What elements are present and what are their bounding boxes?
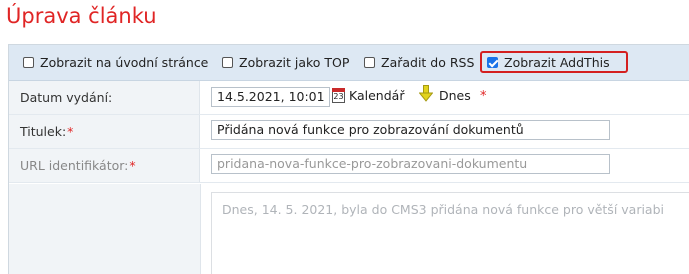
body-editor[interactable]: Dnes, 14. 5. 2021, byla do CMS3 přidána … — [211, 192, 689, 274]
checkbox-show-addthis[interactable] — [487, 57, 498, 68]
checkbox-show-as-top[interactable] — [222, 57, 233, 68]
calendar-link[interactable]: Kalendář — [349, 88, 404, 103]
body-editor-row: Dnes, 14. 5. 2021, byla do CMS3 přidána … — [9, 184, 689, 274]
title-label-text: Titulek: — [20, 124, 67, 139]
date-label-text: Datum vydání: — [20, 90, 113, 105]
option-label: Zobrazit na úvodní stránce — [40, 55, 209, 70]
option-show-as-top[interactable]: Zobrazit jako TOP — [222, 45, 349, 80]
title-input[interactable]: Přidána nová funkce pro zobrazování doku… — [211, 120, 610, 140]
page-title: Úprava článku — [6, 4, 157, 28]
required-mark: * — [67, 124, 74, 139]
down-arrow-icon[interactable] — [419, 85, 433, 102]
url-label: URL identifikátor: * — [9, 149, 200, 182]
required-mark: * — [129, 158, 136, 173]
body-editor-label-cell — [9, 184, 201, 274]
option-label: Zobrazit AddThis — [504, 55, 610, 70]
date-label: Datum vydání: — [9, 81, 200, 114]
article-edit-page: Úprava článku Zobrazit na úvodní stránce… — [0, 0, 689, 274]
calendar-icon[interactable]: 23 — [332, 88, 345, 103]
option-label: Zařadit do RSS — [381, 55, 475, 70]
url-input[interactable]: pridana-nova-funkce-pro-zobrazovani-doku… — [211, 154, 610, 174]
required-mark: * — [480, 89, 487, 104]
article-form: Zobrazit na úvodní stránce Zobrazit jako… — [8, 44, 689, 274]
option-label: Zobrazit jako TOP — [239, 55, 350, 70]
title-label: Titulek: * — [9, 115, 200, 148]
row-url: URL identifikátor: * pridana-nova-funkce-… — [9, 149, 689, 183]
checkbox-show-on-homepage[interactable] — [23, 57, 34, 68]
url-value-cell: pridana-nova-funkce-pro-zobrazovani-doku… — [201, 149, 689, 182]
option-show-on-homepage[interactable]: Zobrazit na úvodní stránce — [23, 45, 208, 80]
url-label-text: URL identifikátor: — [20, 158, 129, 173]
option-add-to-rss[interactable]: Zařadit do RSS — [364, 45, 474, 80]
calendar-icon-day: 23 — [333, 92, 344, 101]
row-date: Datum vydání: 14.5.2021, 10:01 23 Kalend… — [9, 81, 689, 115]
checkbox-add-to-rss[interactable] — [364, 57, 375, 68]
date-value-cell: 14.5.2021, 10:01 23 Kalendář Dnes * — [201, 81, 689, 114]
options-bar: Zobrazit na úvodní stránce Zobrazit jako… — [9, 45, 689, 81]
row-title: Titulek: * Přidána nová funkce pro zobraz… — [9, 115, 689, 149]
option-show-addthis[interactable]: Zobrazit AddThis — [487, 45, 610, 80]
today-link[interactable]: Dnes — [439, 88, 471, 103]
date-input[interactable]: 14.5.2021, 10:01 — [211, 87, 330, 107]
title-value-cell: Přidána nová funkce pro zobrazování doku… — [201, 115, 689, 148]
